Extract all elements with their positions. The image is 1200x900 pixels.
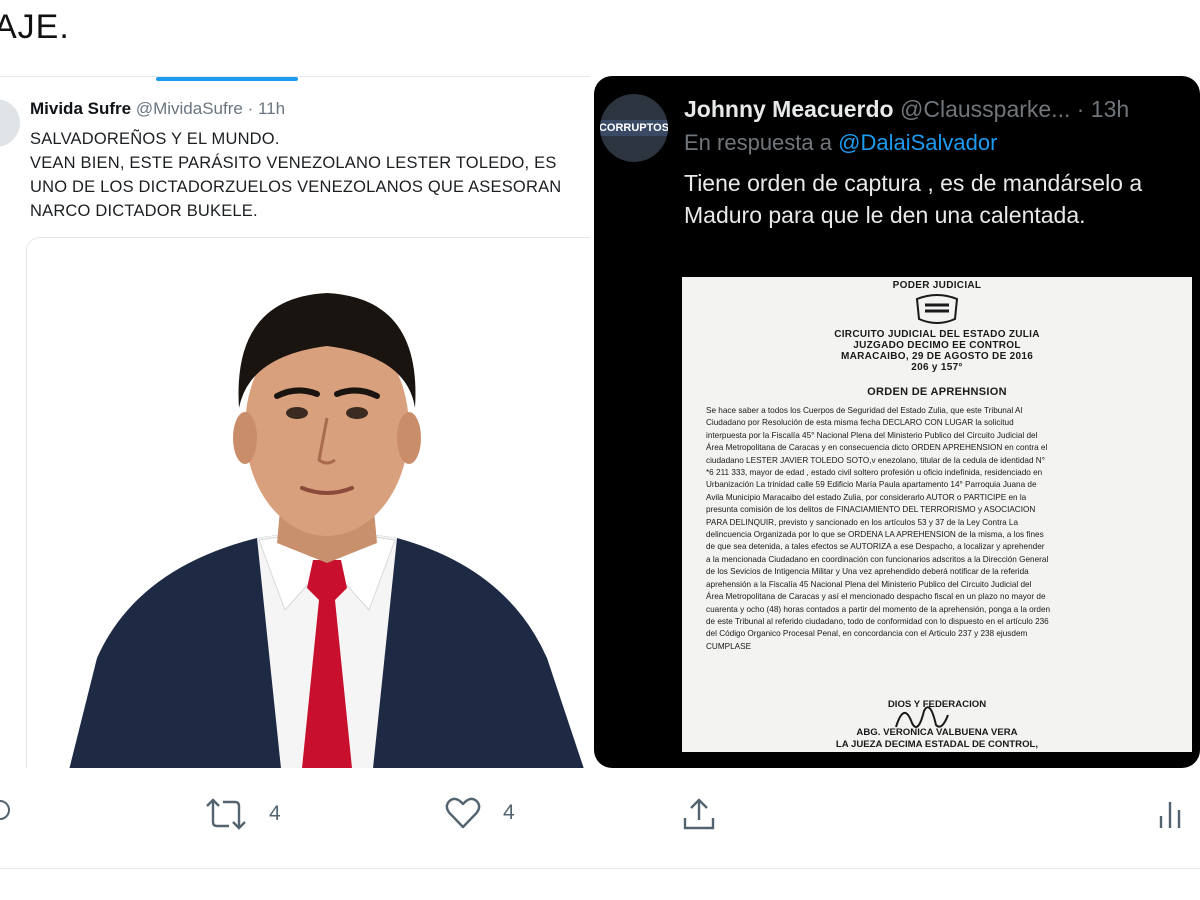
signature-line: ABG. VERONICA VALBUENA VERA [856,727,1018,738]
right-tweet-header: Johnny Meacuerdo @Claussparke... · 13h [684,96,1129,123]
document-line: de que sea detenida, a tales efectos se … [706,542,1045,552]
avatar[interactable]: CORRUPTOS [600,94,668,162]
tweet-time[interactable]: · 11h [248,99,286,118]
tweet-time[interactable]: · 13h [1077,96,1129,122]
left-tweet-header: Mivida Sufre @MividaSufre · 11h [30,99,285,119]
signature-line: LA JUEZA DECIMA ESTADAL DE CONTROL, [835,739,1039,750]
document-line: Ciudadano por Resolución de esta misma f… [706,418,1014,428]
reply-context: En respuesta a @DalaiSalvador [684,130,997,156]
document-line: CUMPLASE [706,641,752,651]
right-tweet[interactable]: CORRUPTOS Johnny Meacuerdo @Claussparke.… [594,76,1200,768]
author-handle[interactable]: @Claussparke... [900,96,1070,122]
document-header-line: JUZGADO DECIMO EE CONTROL [853,340,1021,351]
document-line: interpuesta por la Fiscalía 45° Nacional… [706,430,1038,440]
document-image[interactable]: PODER JUDICIAL CIRCUITO JUDICIAL DEL EST… [682,277,1192,752]
document-line: Avila Municipio Maracaibo del estado Zul… [706,492,1027,502]
reply-icon [0,800,10,820]
author-name[interactable]: Johnny Meacuerdo [684,96,894,122]
document-body: Se hace saber a todos los Cuerpos de Seg… [706,405,1192,653]
document-line: aprehensión a la Fiscalía 45 Nacional Pl… [706,579,1032,589]
document-line: *6 211 333, mayor de edad , estado civil… [706,468,1043,478]
document-line: a la mencionada Ciudadano en coordinació… [706,554,1049,564]
retweet-icon [206,798,246,830]
left-tweet[interactable]: Mivida Sufre @MividaSufre · 11h SALVADOR… [0,76,590,769]
avatar-label: CORRUPTOS [600,120,668,136]
document-line: Área Metropolitana de Caracas y así el m… [706,592,1046,602]
crest-icon [915,294,959,324]
document-line: Se hace saber a todos los Cuerpos de Seg… [706,406,1023,415]
views-button[interactable] [1158,798,1184,830]
document-line: delincuencia Organizada por lo que se OR… [706,530,1044,540]
tweet-text: Tiene orden de captura , es de mandársel… [684,167,1189,231]
tweet-action-bar: 4 4 [0,768,1200,868]
tweet-text-line: Maduro para que le den una calentada. [684,202,1086,228]
document-line: Área Metropolitana de Caracas y en conse… [706,443,1048,453]
document-header-line: CIRCUITO JUDICIAL DEL ESTADO ZULIA [834,329,1040,340]
share-icon [683,798,715,830]
portrait-image [27,238,590,769]
reply-prefix: En respuesta a [684,130,832,155]
tweet-photo[interactable] [26,237,590,769]
avatar[interactable] [0,99,20,147]
tweet-text-line: VEAN BIEN, ESTE PARÁSITO VENEZOLANO LEST… [30,154,557,172]
share-button[interactable] [681,796,717,832]
tweet-text-line: NARCO DICTADOR BUKELE. [30,202,258,220]
reply-button[interactable] [0,798,12,822]
signature-line: DIOS Y FEDERACION [887,699,987,710]
tweet-text: SALVADOREÑOS Y EL MUNDO. VEAN BIEN, ESTE… [30,127,590,223]
document-line: ciudadano LESTER JAVIER TOLEDO SOTO,v en… [706,455,1045,465]
document-line: Urbanización La trinidad calle 59 Edific… [706,480,1037,490]
document-line: cuarenta y ocho (48) horas contados a pa… [706,604,1051,614]
author-handle[interactable]: @MividaSufre [136,99,243,118]
tweet-text-line: SALVADOREÑOS Y EL MUNDO. [30,130,280,148]
retweet-count: 4 [269,802,281,825]
retweet-button[interactable]: 4 [205,796,281,832]
document-line: de este Tribunal al referido ciudadano, … [706,616,1049,626]
tweet-text-line: Tiene orden de captura , es de mandársel… [684,170,1143,196]
document-header-line: 206 y 157° [911,362,963,373]
divider [0,868,1200,869]
author-name[interactable]: Mivida Sufre [30,99,131,118]
header-partial-text: AJE. [0,8,70,46]
analytics-icon [1159,802,1181,828]
heart-icon [445,797,481,829]
reply-mention-link[interactable]: @DalaiSalvador [838,130,997,155]
like-button[interactable]: 4 [445,796,515,830]
document-line: del Código Organico Procesal Penal, en c… [706,629,1028,639]
document-header-line: MARACAIBO, 29 DE AGOSTO DE 2016 [840,351,1034,362]
document-header-line: PODER JUDICIAL [892,280,982,291]
document-line: presunta comisión de los delitos de FINA… [706,505,1036,515]
tab-indicator [156,77,298,81]
tweet-text-line: UNO DE LOS DICTADORZUELOS VENEZOLANOS QU… [30,178,562,196]
document-line: PARA DELINQUIR, previsto y sancionado en… [706,517,1019,527]
document-line: de los Sevicios de Intigencia Militar y … [706,567,1029,577]
document-title: ORDEN DE APREHNSION [867,386,1007,398]
like-count: 4 [503,801,515,824]
